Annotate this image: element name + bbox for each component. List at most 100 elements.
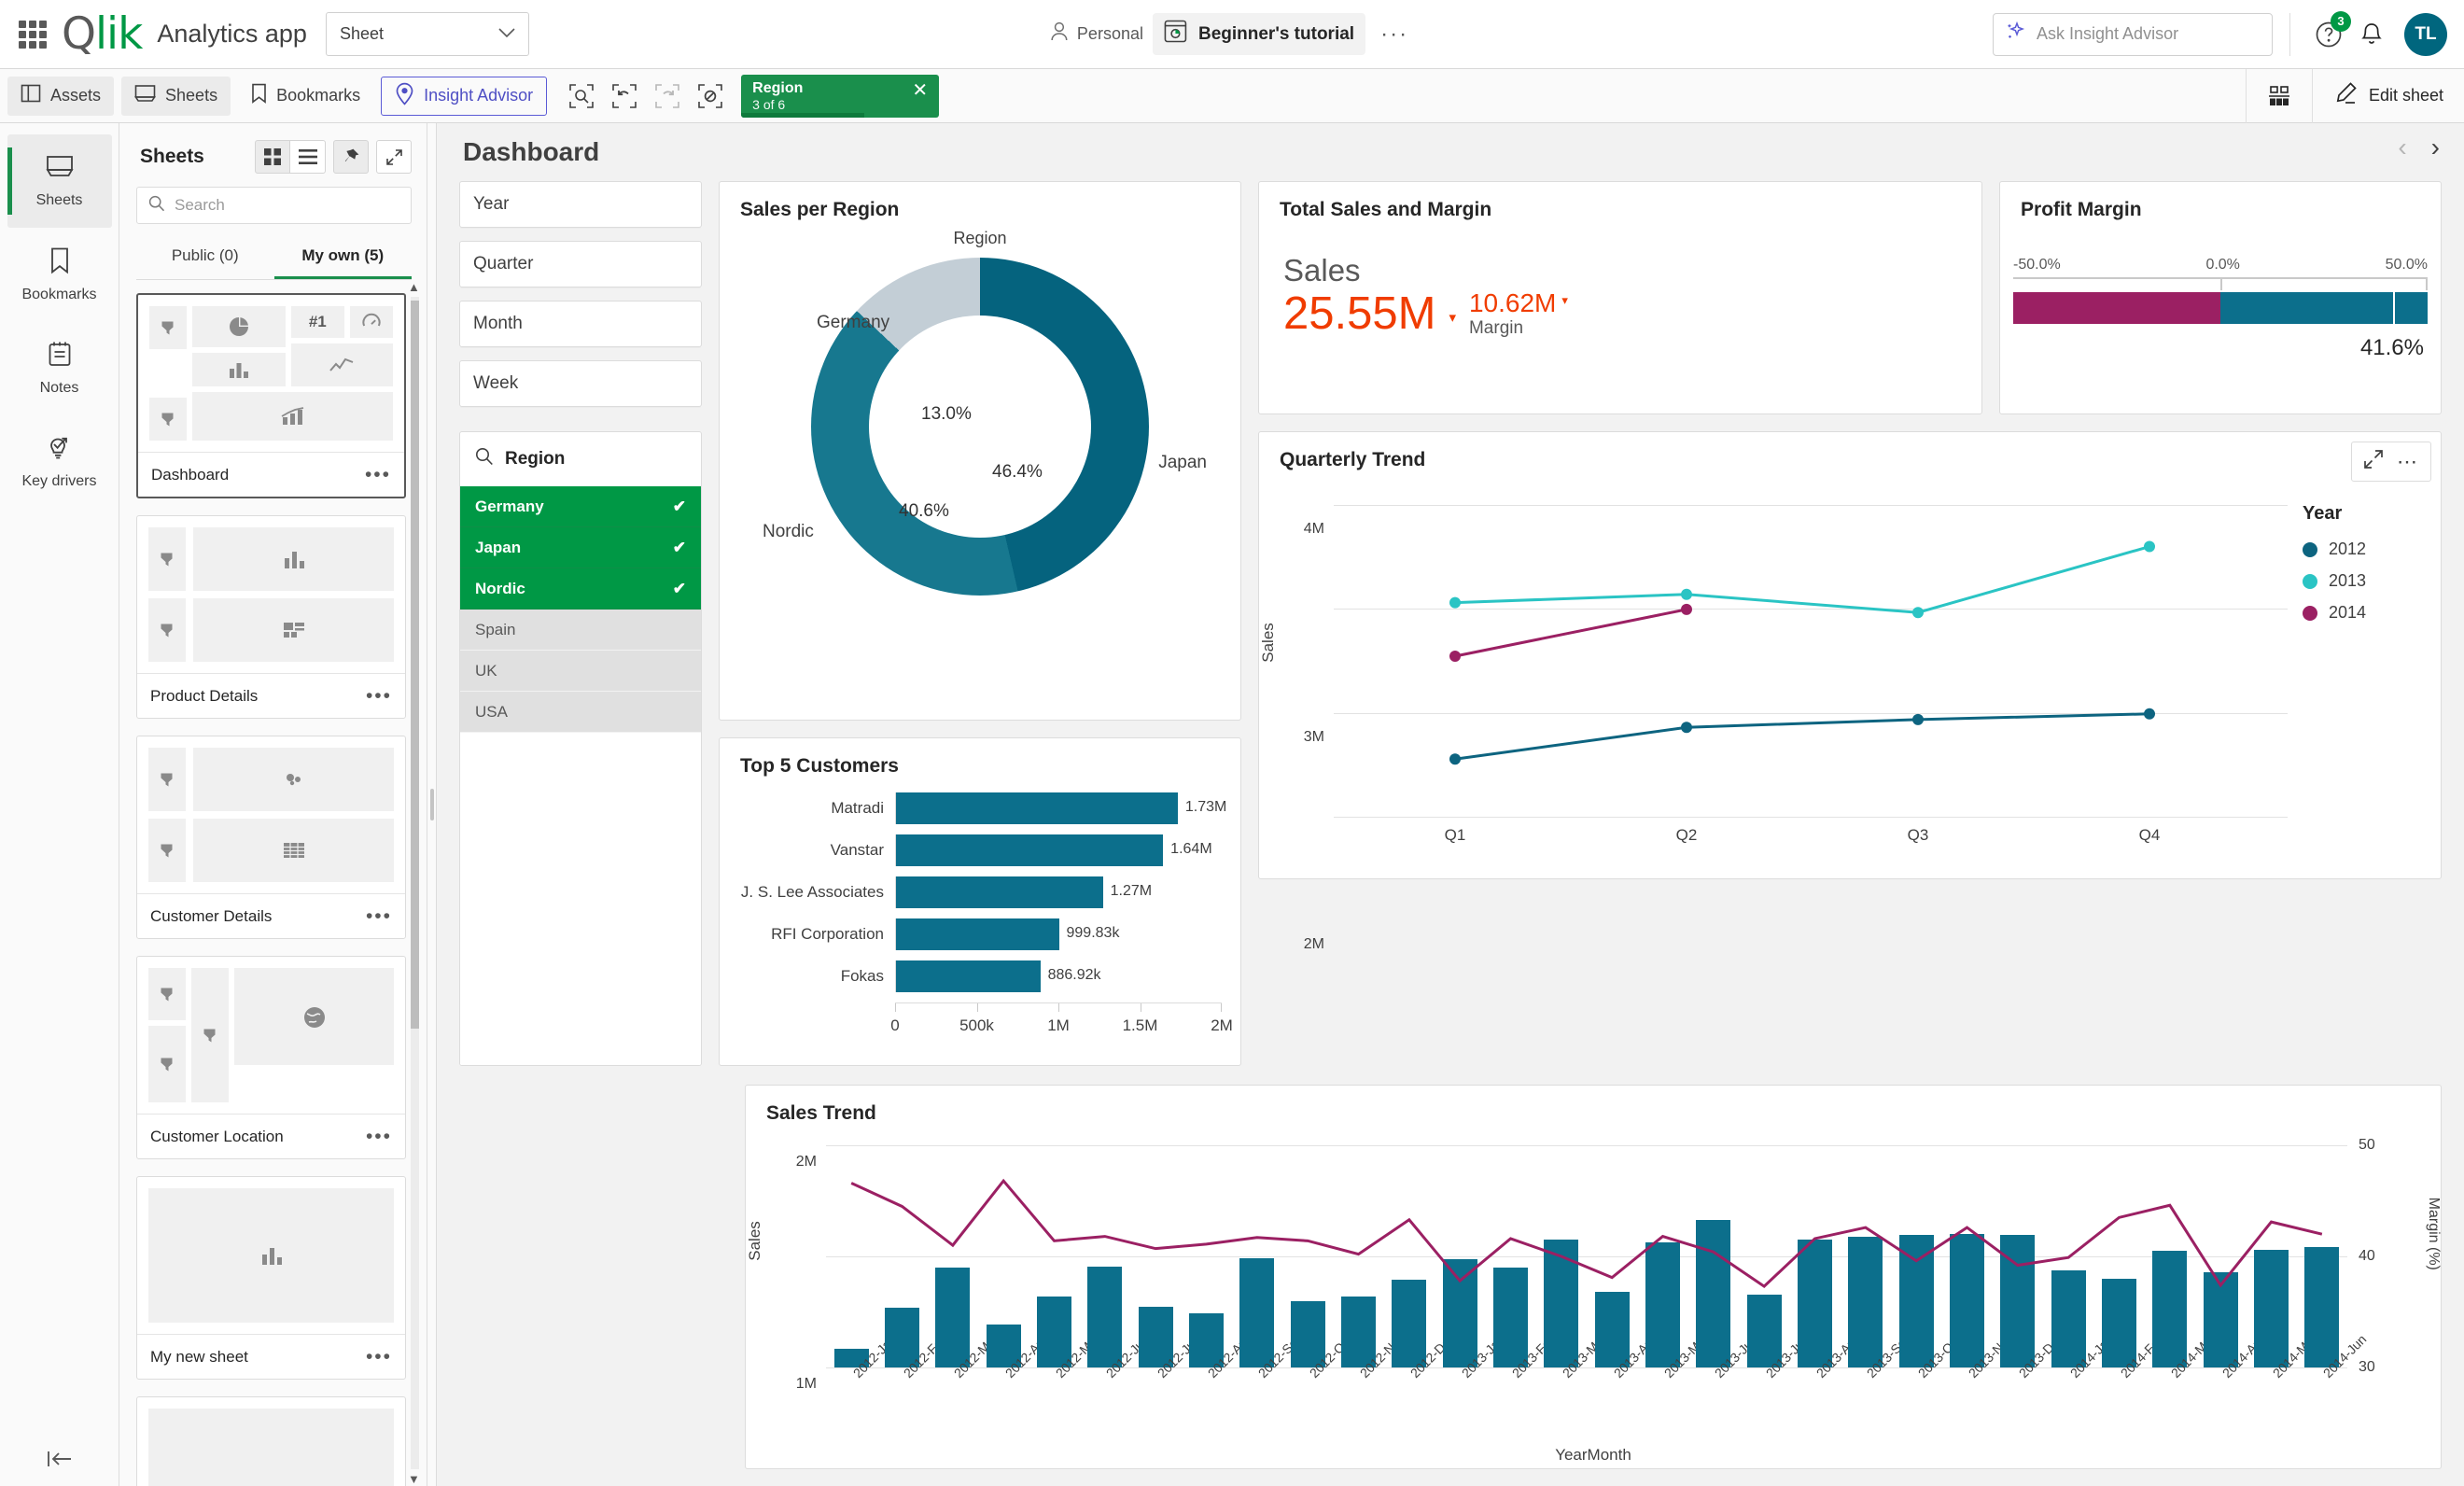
sheet-menu-icon[interactable]: ••• <box>366 1126 392 1148</box>
assets-label: Assets <box>50 86 102 105</box>
sheet-menu-icon[interactable]: ••• <box>366 905 392 928</box>
topbar-overflow-button[interactable]: ··· <box>1375 21 1414 48</box>
listbox-header[interactable]: Region <box>460 432 701 486</box>
filter-week[interactable]: Week <box>459 360 702 407</box>
thumb-line-icon <box>290 343 393 386</box>
sidebar-item-notes[interactable]: Notes <box>7 321 112 414</box>
sheet-card-dashboard[interactable]: #1 Dashboard ••• <box>136 293 406 498</box>
selection-chip-region[interactable]: Region 3 of 6 ✕ <box>741 74 940 118</box>
table-row[interactable]: RFI Corporation 999.83k <box>738 918 1222 950</box>
gauge-positive-segment <box>2220 292 2393 324</box>
insight-advisor-button[interactable]: Insight Advisor <box>381 76 548 116</box>
bar[interactable] <box>1798 1239 1832 1367</box>
sheet-menu-icon[interactable]: ••• <box>365 464 391 486</box>
scroll-down-icon[interactable]: ▼ <box>408 1472 420 1486</box>
grid-view-icon[interactable] <box>255 140 290 174</box>
filter-month[interactable]: Month <box>459 301 702 347</box>
list-view-icon[interactable] <box>290 140 326 174</box>
chart-sales-per-region[interactable]: Sales per Region Region Germany Japan No… <box>719 181 1241 721</box>
bar[interactable] <box>1696 1219 1731 1367</box>
previous-sheet-button[interactable]: ‹ <box>2398 134 2406 161</box>
chart-profit-margin[interactable]: Profit Margin -50.0% 0.0% 50.0% 41.6% <box>1999 181 2442 414</box>
step-forward-icon <box>650 78 685 114</box>
personal-space-button[interactable]: Personal <box>1050 21 1143 47</box>
avatar[interactable]: TL <box>2404 12 2447 56</box>
bar[interactable] <box>2000 1234 2036 1367</box>
table-row[interactable]: Vanstar 1.64M <box>738 834 1222 866</box>
donut-ring[interactable] <box>811 258 1149 596</box>
sheet-card-product-details[interactable]: Product Details ••• <box>136 515 406 719</box>
sheet-layout-button[interactable] <box>2245 68 2312 123</box>
expand-icon[interactable] <box>2363 449 2384 474</box>
collapse-left-icon[interactable] <box>0 1449 119 1469</box>
chart-top-5-customers[interactable]: Top 5 Customers Matradi 1.73M Vanstar 1.… <box>719 737 1241 1066</box>
assets-button[interactable]: Assets <box>7 76 115 116</box>
search-input[interactable]: Search <box>136 187 412 224</box>
bar[interactable] <box>1544 1240 1579 1367</box>
notifications-button[interactable] <box>2350 13 2393 56</box>
legend-item-2013[interactable]: 2013 <box>2303 571 2428 591</box>
edit-sheet-button[interactable]: Edit sheet <box>2311 68 2464 123</box>
combo-plot-area[interactable]: 2M1M05040302012-Jan2012-Feb2012-Mar2012-… <box>796 1129 2375 1468</box>
filter-quarter[interactable]: Quarter <box>459 241 702 287</box>
sidebar-item-sheets[interactable]: Sheets <box>7 134 112 228</box>
tab-my-own[interactable]: My own (5) <box>273 237 412 279</box>
sheets-scrollbar[interactable]: ▲ ▼ <box>408 280 421 1486</box>
space-selector[interactable]: Beginner's tutorial <box>1152 13 1366 55</box>
scrollbar-thumb[interactable] <box>411 301 419 1029</box>
legend-item-2012[interactable]: 2012 <box>2303 540 2428 559</box>
table-row[interactable]: Matradi 1.73M <box>738 792 1226 824</box>
chart-quarterly-trend[interactable]: Quarterly Trend ⋯ Sales 4M3M2M1MQ1Q2Q3Q4 <box>1258 431 2442 952</box>
table-row[interactable]: J. S. Lee Associates 1.27M <box>738 876 1222 908</box>
bar[interactable] <box>1645 1241 1680 1367</box>
sheet-card-partial[interactable] <box>136 1396 406 1486</box>
sheet-card-customer-details[interactable]: Customer Details ••• <box>136 736 406 939</box>
sheets-button[interactable]: Sheets <box>121 76 231 116</box>
apps-grid-icon[interactable] <box>19 20 47 49</box>
selections-tool-icon[interactable] <box>564 78 599 114</box>
sheet-menu-icon[interactable]: ••• <box>366 685 392 708</box>
kpi-total-sales-and-margin[interactable]: Total Sales and Margin Sales 25.55M ▾ 10… <box>1258 181 1983 414</box>
next-sheet-button[interactable]: › <box>2431 134 2440 161</box>
sidebar-item-key-drivers[interactable]: Key drivers <box>7 414 112 508</box>
combo-y2-axis: Margin (%) <box>2351 1129 2442 1468</box>
bar[interactable] <box>1848 1237 1883 1367</box>
sheet-icon <box>134 84 157 107</box>
listbox-item-nordic[interactable]: Nordic ✔ <box>460 568 701 610</box>
topbar-divider <box>2289 12 2290 56</box>
listbox-item-usa[interactable]: USA <box>460 692 701 733</box>
legend-item-2014[interactable]: 2014 <box>2303 603 2428 623</box>
listbox-item-uk[interactable]: UK <box>460 651 701 692</box>
scroll-up-icon[interactable]: ▲ <box>408 280 420 294</box>
bar[interactable] <box>1950 1234 1984 1367</box>
pin-icon[interactable] <box>333 140 369 174</box>
more-icon[interactable]: ⋯ <box>2397 450 2419 474</box>
step-back-icon[interactable] <box>607 78 642 114</box>
listbox-item-germany[interactable]: Germany ✔ <box>460 486 701 527</box>
bookmarks-button[interactable]: Bookmarks <box>238 77 373 116</box>
bar[interactable] <box>1898 1235 1934 1367</box>
donut-label-japan: Japan <box>1158 453 1207 472</box>
check-icon: ✔ <box>672 579 686 597</box>
sheet-menu-icon[interactable]: ••• <box>366 1346 392 1368</box>
kpi-secondary-trend-icon: ▾ <box>1561 293 1568 307</box>
tab-public[interactable]: Public (0) <box>136 237 274 279</box>
listbox-item-spain[interactable]: Spain <box>460 610 701 651</box>
thumb-combo-icon <box>192 392 393 441</box>
filter-year[interactable]: Year <box>459 181 702 228</box>
chart-sales-trend[interactable]: Sales Trend Sales 2M1M05040302012-Jan201… <box>745 1085 2442 1469</box>
panel-splitter[interactable] <box>427 123 437 1486</box>
expand-panel-icon[interactable] <box>376 140 412 174</box>
sheet-card-customer-location[interactable]: Customer Location ••• <box>136 956 406 1159</box>
insight-advisor-input[interactable]: Ask Insight Advisor <box>1993 12 2273 56</box>
line-plot-area[interactable]: 4M3M2M1MQ1Q2Q3Q4 <box>1304 481 2288 952</box>
help-button[interactable]: 3 <box>2307 10 2351 56</box>
qlik-logo[interactable]: Qlik <box>62 12 143 56</box>
sheet-card-my-new-sheet[interactable]: My new sheet ••• <box>136 1176 406 1380</box>
sheet-mode-select[interactable]: Sheet <box>325 12 529 56</box>
clear-selections-icon[interactable] <box>693 78 728 114</box>
listbox-item-japan[interactable]: Japan ✔ <box>460 527 701 568</box>
sidebar-item-bookmarks[interactable]: Bookmarks <box>7 228 112 321</box>
selection-chip-close-icon[interactable]: ✕ <box>912 81 928 100</box>
table-row[interactable]: Fokas 886.92k <box>738 960 1222 992</box>
